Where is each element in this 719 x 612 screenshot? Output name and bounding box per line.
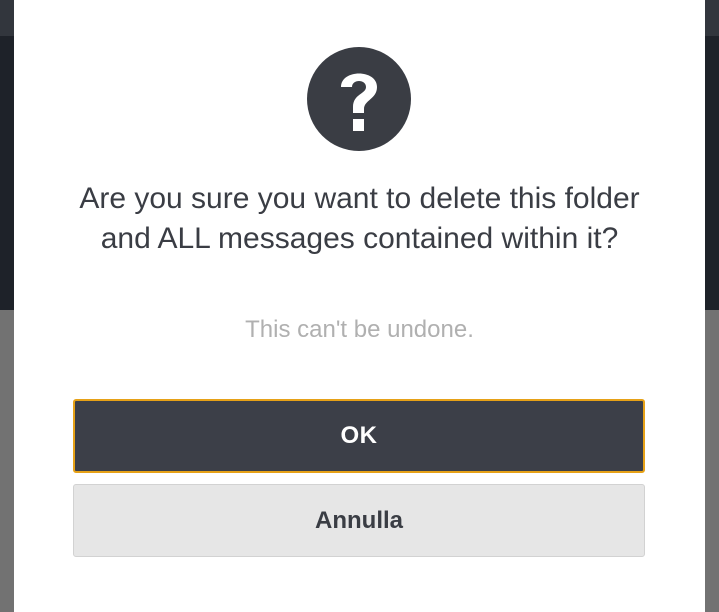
dialog-subtitle: This can't be undone. <box>245 316 474 343</box>
confirm-delete-dialog: Are you sure you want to delete this fol… <box>14 0 705 612</box>
cancel-button[interactable]: Annulla <box>73 484 645 557</box>
ok-button[interactable]: OK <box>73 399 645 473</box>
dialog-title: Are you sure you want to delete this fol… <box>79 182 640 255</box>
question-circle-icon <box>307 47 411 151</box>
